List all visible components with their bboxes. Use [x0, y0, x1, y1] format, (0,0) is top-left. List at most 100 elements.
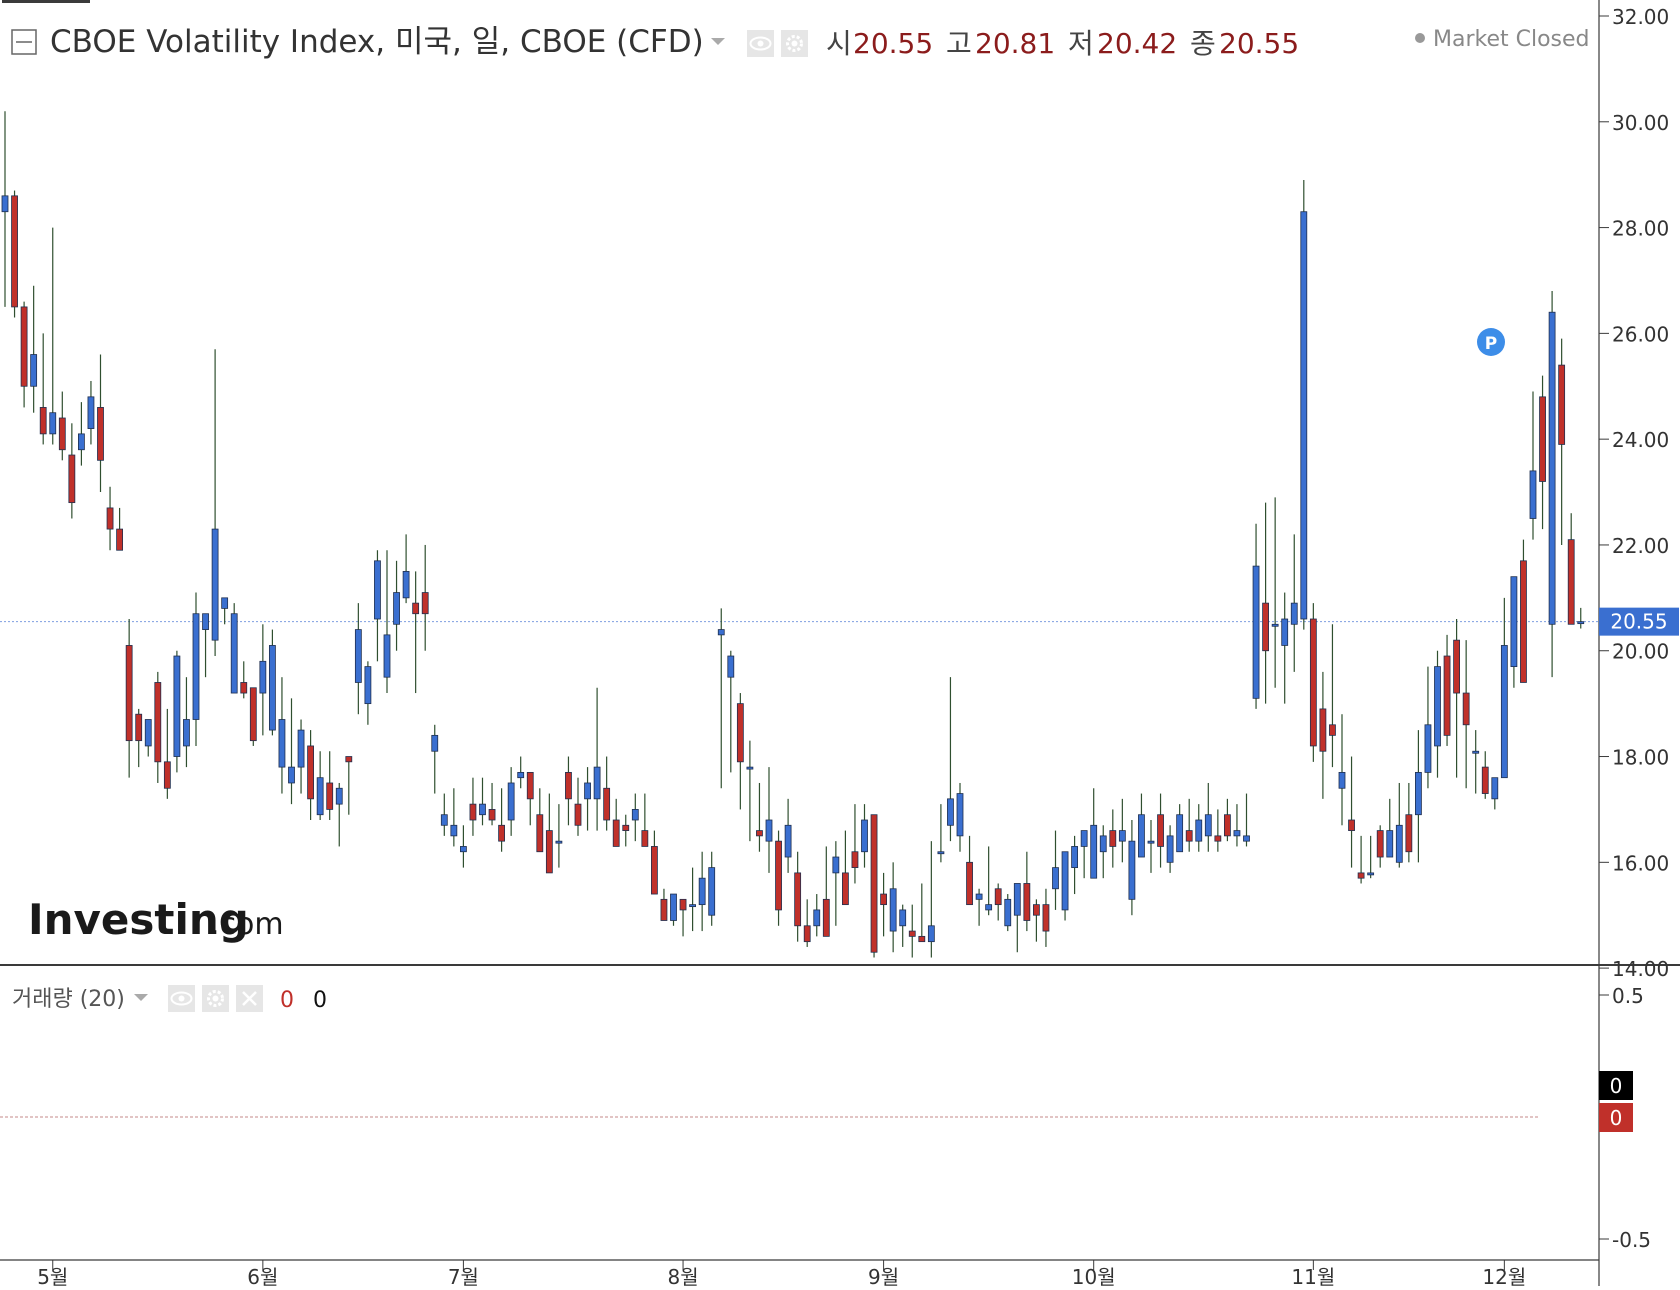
candle-body-up [1491, 777, 1499, 800]
candle [11, 190, 18, 318]
volume-close-icon[interactable] [236, 985, 263, 1012]
candle-body-up [383, 634, 391, 678]
candle-body-down [307, 745, 315, 800]
candle-body-up [431, 734, 439, 752]
candle-body-down [603, 787, 611, 821]
candle-body-up [1338, 771, 1346, 789]
candle-body-up [1147, 840, 1155, 844]
candle [1520, 539, 1527, 683]
marker-p-label: P [1485, 334, 1497, 354]
candle-body-up [259, 660, 267, 694]
candle-body-down [651, 846, 658, 895]
candle-body-up [1004, 898, 1012, 927]
candle-body-up [1577, 621, 1585, 625]
x-tick-label: 8월 [667, 1265, 698, 1286]
candle-body-up [1424, 724, 1432, 773]
candle-body-up [1166, 835, 1174, 863]
volume-tick-label-top: 0.5 [1612, 984, 1644, 1008]
candle-body-up [689, 904, 696, 908]
candle-body-down [326, 782, 334, 810]
candle-body-down [842, 872, 849, 906]
candle-body-up [985, 904, 993, 911]
candle-body-up [1548, 311, 1556, 625]
candle-body-down [1185, 830, 1193, 842]
candle-body-down [1567, 539, 1575, 625]
candle-body-down [660, 898, 668, 921]
candle-body-up [593, 766, 601, 800]
marker-p-icon[interactable]: P [1477, 328, 1505, 356]
candle-body-down [20, 306, 28, 387]
candle-body-down [870, 814, 878, 953]
candle-body-down [966, 861, 973, 906]
candle-body-up [1233, 830, 1241, 837]
candle-body-up [1090, 824, 1098, 879]
candle-body-down [135, 713, 143, 742]
candle-body-down [1357, 872, 1365, 879]
candle-body-up [947, 798, 954, 826]
candle-body-down [803, 925, 811, 943]
candle-body-up [1071, 846, 1078, 869]
candle-body-up [517, 771, 525, 779]
candle-body-up [440, 814, 448, 826]
candle-body-up [813, 909, 821, 927]
last-price-badge: 20.55 [1599, 607, 1679, 636]
candle-body-down [68, 454, 76, 504]
high-value: 20.81 [975, 27, 1055, 60]
candle [1300, 179, 1308, 630]
volume-badge-black-text: 0 [1610, 1074, 1623, 1098]
candle-body-down [498, 824, 506, 842]
candle-body-down [1376, 830, 1384, 858]
collapse-icon[interactable] [11, 29, 37, 55]
market-status-dot-icon [1415, 33, 1425, 43]
candle-body-up [1510, 576, 1518, 668]
candle-body-up [1080, 830, 1088, 847]
candle-body-up [288, 766, 295, 784]
candle-body-down [545, 830, 553, 874]
candle-body-up [1176, 814, 1184, 853]
candle [1309, 603, 1317, 762]
eye-icon[interactable] [747, 30, 774, 57]
candle-body-up [268, 645, 276, 731]
high-label: 고 [946, 27, 972, 60]
candle-body-down [1109, 830, 1117, 847]
candle-body-down [1539, 396, 1546, 482]
candle-body-down [794, 872, 802, 927]
candle-body-down [97, 407, 104, 461]
candle-body-down [918, 935, 926, 943]
candle-body-up [335, 787, 343, 805]
candle-body-down [1262, 602, 1269, 652]
candle-body-up [459, 846, 467, 853]
candle-body-up [1099, 835, 1107, 853]
candle-body-up [1128, 840, 1136, 900]
candle-body-up [1434, 666, 1441, 747]
candle [268, 629, 276, 736]
market-status: Market Closed [1433, 27, 1590, 52]
y-tick-label: 22.00 [1612, 534, 1669, 558]
candle-body-up [183, 719, 190, 747]
chart-title: CBOE Volatility Index, 미국, 일, CBOE (CFD) [50, 24, 704, 60]
gear-icon[interactable] [781, 30, 808, 57]
candle-body-down [240, 682, 248, 694]
candle-body-down [1443, 655, 1451, 736]
x-tick-label: 10월 [1072, 1265, 1116, 1286]
volume-badge-red-text: 0 [1610, 1106, 1623, 1130]
candle-body-up [698, 877, 706, 906]
candle-body-up [393, 592, 400, 625]
volume-eye-icon[interactable] [168, 985, 195, 1012]
top-edge-tab [2, 0, 90, 3]
candle-body-down [125, 645, 133, 742]
candle-body-down [1042, 904, 1050, 932]
candle-body-up [956, 793, 964, 837]
candle-body-down [1023, 883, 1031, 921]
candle-body-up [354, 629, 362, 683]
candle-body-up [1472, 750, 1480, 754]
candle-body-up [364, 666, 372, 705]
x-tick-label: 11월 [1291, 1265, 1335, 1286]
volume-gear-icon[interactable] [202, 985, 229, 1012]
candle-body-up [889, 888, 897, 932]
candle-body-up [78, 433, 85, 451]
candle [249, 687, 257, 746]
candle-body-up [1252, 565, 1260, 699]
vix-chart: Investing .com 32.00 30.00 28.00 26.00 24.00… [0, 0, 1680, 1289]
volume-tick-label-bottom: -0.5 [1612, 1228, 1651, 1252]
